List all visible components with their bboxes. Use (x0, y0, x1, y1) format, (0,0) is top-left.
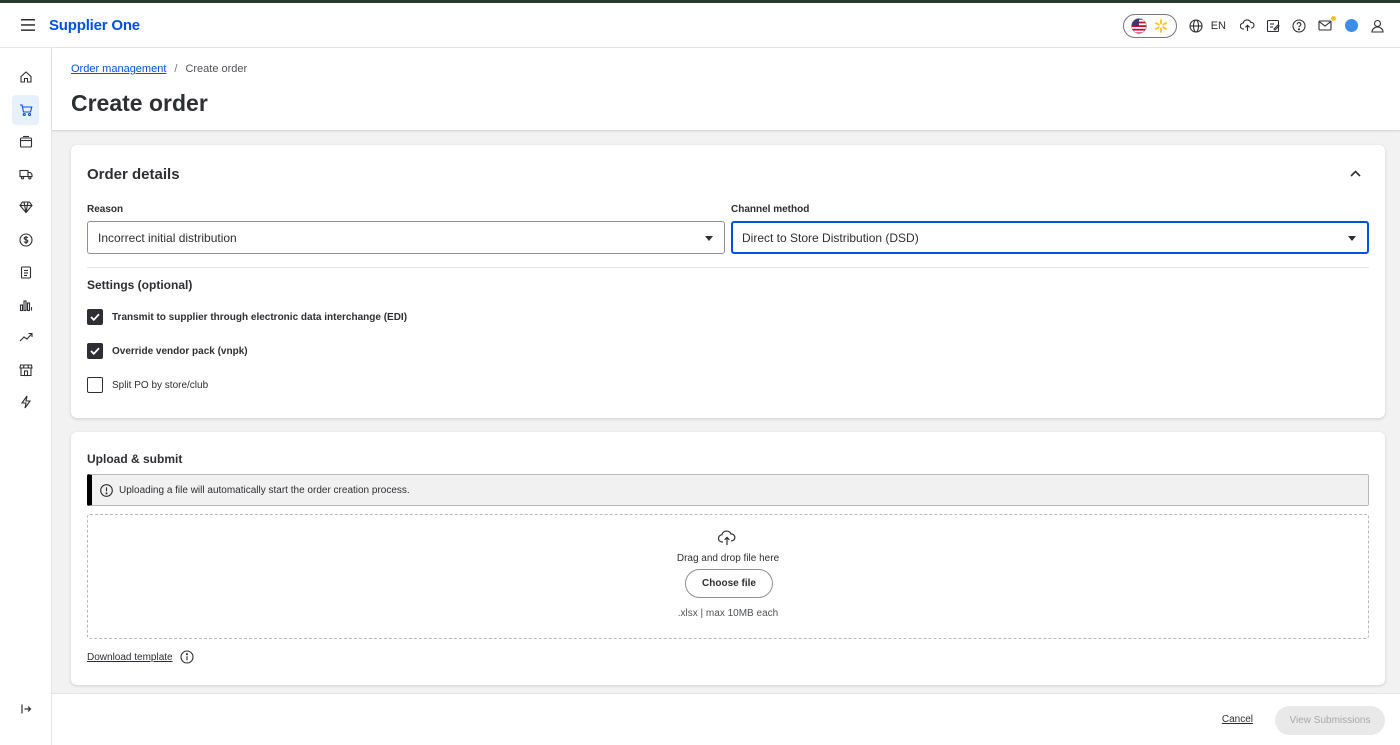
vnpk-checkbox-label: Override vendor pack (vnpk) (112, 345, 248, 357)
upload-submit-title: Upload & submit (87, 452, 183, 466)
us-flag-icon (1131, 17, 1147, 34)
sidebar-store-icon[interactable] (12, 355, 39, 385)
reason-select-value: Incorrect initial distribution (98, 230, 237, 245)
setting-split-po-checkbox-row[interactable]: Split PO by store/club (87, 377, 208, 393)
brand-logo[interactable]: Supplier One (49, 17, 140, 34)
sidebar-cart-icon[interactable] (12, 95, 39, 125)
status-indicator[interactable] (1338, 13, 1364, 39)
check-icon (90, 347, 100, 355)
caret-down-icon (705, 235, 713, 241)
globe-icon[interactable] (1183, 13, 1209, 39)
sidebar-bar-chart-icon[interactable] (12, 290, 39, 320)
setting-edi-checkbox-row[interactable]: Transmit to supplier through electronic … (87, 309, 407, 325)
check-icon (90, 313, 100, 321)
notes-edit-icon[interactable] (1260, 13, 1286, 39)
edi-checkbox[interactable] (87, 309, 103, 325)
setting-vnpk-checkbox-row[interactable]: Override vendor pack (vnpk) (87, 343, 248, 359)
choose-file-button[interactable]: Choose file (685, 569, 773, 598)
split-po-checkbox[interactable] (87, 377, 103, 393)
cloud-upload-icon[interactable] (1234, 13, 1260, 39)
upload-submit-card: Upload & submit Uploading a file will au… (71, 432, 1385, 685)
settings-title: Settings (optional) (87, 278, 193, 292)
vnpk-checkbox[interactable] (87, 343, 103, 359)
caret-down-icon (1348, 235, 1356, 241)
sidebar (0, 48, 52, 745)
cloud-upload-icon (717, 530, 736, 551)
file-dropzone[interactable]: Drag and drop file here Choose file .xls… (87, 514, 1369, 639)
spark-logo-icon (1155, 18, 1168, 33)
region-switcher[interactable] (1122, 13, 1177, 38)
footer-actions: Cancel View Submissions (52, 693, 1400, 745)
view-submissions-button[interactable]: View Submissions (1275, 706, 1385, 735)
status-dot-icon (1344, 19, 1358, 32)
breadcrumb: Order management / Create order (71, 63, 247, 75)
info-exclamation-icon (100, 483, 113, 497)
language-label[interactable]: EN (1211, 20, 1226, 32)
info-banner-message: Uploading a file will automatically star… (119, 484, 410, 496)
top-bar: Supplier One EN (0, 3, 1400, 48)
sidebar-dollar-icon[interactable] (12, 225, 39, 255)
dropzone-text: Drag and drop file here (676, 553, 780, 564)
sidebar-clipboard-icon[interactable] (12, 257, 39, 287)
page-header: Order management / Create order Create o… (52, 48, 1400, 131)
breadcrumb-current: Create order (185, 63, 248, 75)
info-icon[interactable] (180, 650, 194, 664)
reason-select[interactable]: Incorrect initial distribution (87, 221, 725, 254)
split-po-checkbox-label: Split PO by store/club (112, 379, 209, 391)
collapse-chevron-up-icon[interactable] (1347, 165, 1363, 181)
reason-label: Reason (87, 204, 124, 215)
breadcrumb-order-management-link[interactable]: Order management (71, 63, 166, 75)
sidebar-truck-icon[interactable] (12, 159, 39, 189)
sidebar-lightning-icon[interactable] (12, 387, 39, 417)
mail-icon[interactable] (1312, 13, 1338, 39)
breadcrumb-separator: / (174, 63, 178, 75)
top-actions: EN (1122, 3, 1390, 48)
notification-badge (1331, 15, 1336, 21)
file-type-hint: .xlsx | max 10MB each (677, 608, 779, 619)
order-details-title: Order details (87, 166, 180, 183)
page-title: Create order (71, 90, 208, 116)
help-icon[interactable] (1286, 13, 1312, 39)
order-details-card: Order details Reason Incorrect initial d… (71, 145, 1385, 418)
download-template-link[interactable]: Download template (87, 652, 173, 663)
sidebar-diamond-icon[interactable] (12, 192, 39, 222)
channel-method-select[interactable]: Direct to Store Distribution (DSD) (731, 221, 1369, 254)
channel-method-select-value: Direct to Store Distribution (DSD) (742, 230, 919, 245)
sidebar-home-icon[interactable] (12, 62, 39, 92)
user-account-icon[interactable] (1364, 13, 1390, 39)
sidebar-trend-icon[interactable] (12, 322, 39, 352)
download-template-row: Download template (87, 650, 194, 664)
info-banner: Uploading a file will automatically star… (87, 474, 1369, 506)
edi-checkbox-label: Transmit to supplier through electronic … (112, 311, 408, 323)
section-divider (87, 267, 1369, 268)
hamburger-menu-icon[interactable] (16, 13, 40, 37)
sidebar-inventory-icon[interactable] (12, 127, 39, 157)
sidebar-expand-icon[interactable] (12, 694, 39, 724)
channel-method-label: Channel method (731, 204, 810, 215)
cancel-button[interactable]: Cancel (1222, 714, 1253, 725)
